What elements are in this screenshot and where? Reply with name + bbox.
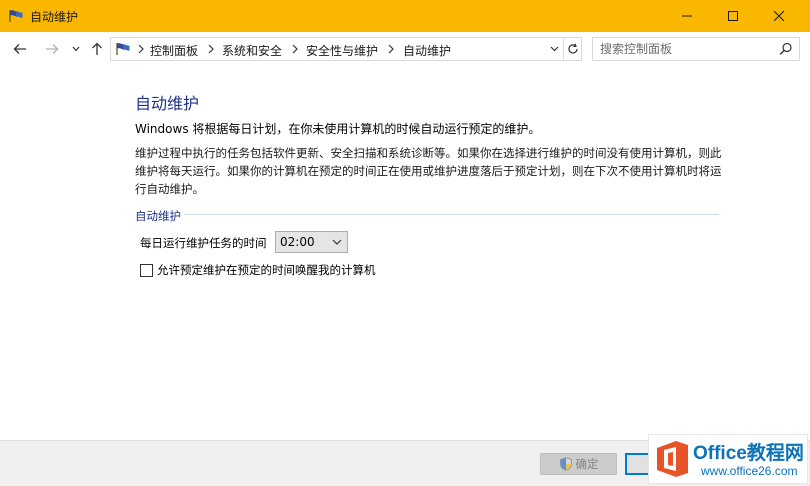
back-button[interactable]	[10, 40, 30, 58]
maximize-icon	[728, 11, 738, 21]
address-history-button[interactable]	[545, 38, 563, 60]
chevron-down-icon	[332, 239, 342, 245]
uac-shield-icon	[559, 457, 572, 471]
window-title: 自动维护	[30, 10, 79, 24]
section-heading: 自动维护	[135, 209, 181, 223]
chevron-right-icon[interactable]	[207, 44, 215, 54]
refresh-button[interactable]	[563, 38, 581, 60]
wake-computer-checkbox[interactable]	[140, 264, 153, 277]
chevron-down-icon	[72, 46, 80, 52]
lead-text: Windows 将根据每日计划，在你未使用计算机的时候自动运行预定的维护。	[135, 122, 541, 136]
breadcrumb-auto-maintenance[interactable]: 自动维护	[403, 42, 451, 59]
chevron-right-icon[interactable]	[137, 44, 145, 54]
forward-button[interactable]	[42, 40, 62, 58]
control-panel-flag-icon	[116, 43, 130, 55]
watermark-url: www.office26.com	[701, 464, 798, 478]
navigation-bar: 控制面板 系统和安全 安全性与维护 自动维护	[0, 32, 810, 66]
arrow-right-icon	[46, 44, 59, 54]
breadcrumb-security-maintenance[interactable]: 安全性与维护	[306, 42, 378, 59]
chevron-right-icon[interactable]	[387, 44, 395, 54]
close-button[interactable]	[756, 0, 802, 32]
description-text: 维护过程中执行的任务包括软件更新、安全扫描和系统诊断等。如果你在选择进行维护的时…	[135, 146, 722, 196]
close-icon	[774, 11, 784, 21]
minimize-button[interactable]	[664, 0, 710, 32]
search-icon[interactable]	[779, 42, 793, 56]
chevron-right-icon[interactable]	[291, 44, 299, 54]
up-button[interactable]	[88, 40, 106, 58]
search-box[interactable]	[592, 37, 800, 61]
address-bar[interactable]: 控制面板 系统和安全 安全性与维护 自动维护	[110, 37, 582, 61]
office-logo-icon	[657, 441, 688, 477]
chevron-down-icon	[550, 46, 558, 52]
refresh-icon	[567, 43, 578, 54]
search-input[interactable]	[593, 38, 773, 60]
watermark-title: Office教程网	[693, 443, 804, 464]
arrow-left-icon	[13, 44, 26, 54]
section-divider	[184, 214, 719, 215]
breadcrumb-control-panel[interactable]: 控制面板	[150, 42, 198, 59]
wake-computer-label[interactable]: 允许预定维护在预定的时间唤醒我的计算机	[157, 262, 376, 278]
main-content: 自动维护 Windows 将根据每日计划，在你未使用计算机的时候自动运行预定的维…	[0, 66, 810, 440]
recent-locations-button[interactable]	[70, 40, 82, 58]
maintenance-time-label: 每日运行维护任务的时间	[140, 236, 267, 250]
page-title: 自动维护	[135, 94, 200, 113]
maximize-button[interactable]	[710, 0, 756, 32]
arrow-up-icon	[92, 42, 102, 55]
maintenance-time-select[interactable]: 02:00	[275, 231, 348, 253]
maintenance-time-value: 02:00	[280, 235, 315, 249]
ok-label: 确定	[575, 457, 599, 471]
minimize-icon	[682, 15, 692, 17]
control-panel-flag-icon	[9, 10, 23, 22]
ok-button[interactable]: 确定	[540, 453, 617, 475]
breadcrumb-system-security[interactable]: 系统和安全	[222, 42, 282, 59]
site-watermark: Office教程网 www.office26.com	[648, 434, 808, 484]
title-bar[interactable]: 自动维护	[0, 0, 810, 32]
